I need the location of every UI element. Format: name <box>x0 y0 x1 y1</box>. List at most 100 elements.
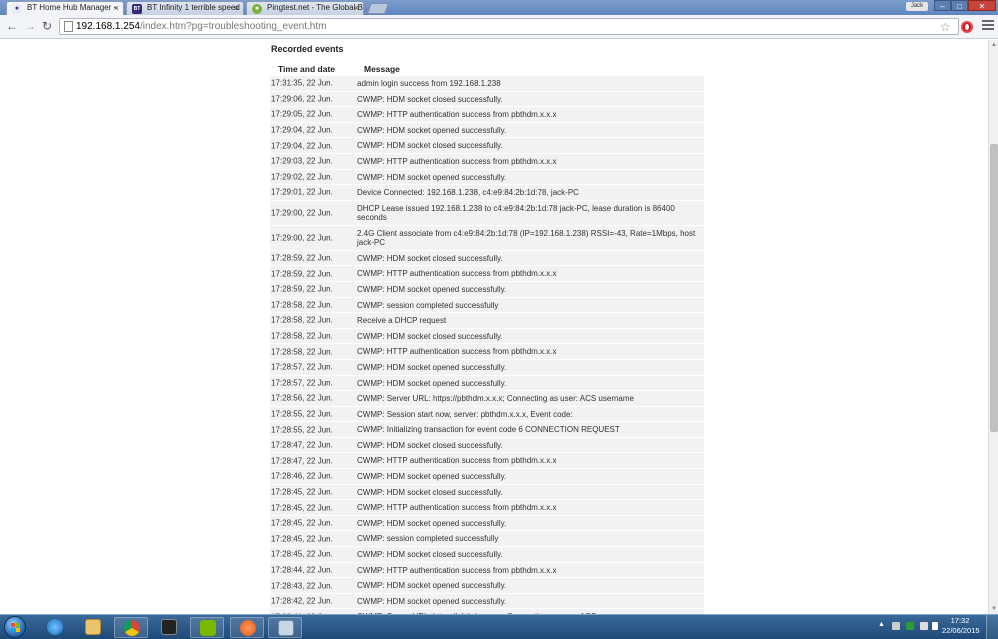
event-time: 17:29:04, 22 Jun. <box>271 125 333 135</box>
pingtest-icon: ● <box>252 4 262 14</box>
scroll-up-icon[interactable]: ▲ <box>991 42 997 48</box>
event-time: 17:29:01, 22 Jun. <box>271 187 333 197</box>
column-header-message: Message <box>364 64 400 74</box>
table-row: 17:31:35, 22 Jun. admin login success fro… <box>270 76 704 91</box>
event-time: 17:28:57, 22 Jun. <box>271 362 333 372</box>
table-row: 17:29:00, 22 Jun. 2.4G Client associate f… <box>270 225 704 250</box>
taskbar-chrome[interactable] <box>114 617 148 638</box>
event-message: CWMP: HDM socket opened successfully. <box>357 518 507 528</box>
scroll-down-icon[interactable]: ▼ <box>991 606 997 612</box>
bookmark-star-icon[interactable]: ☆ <box>940 20 951 34</box>
taskbar-media[interactable] <box>230 617 264 638</box>
event-time: 17:28:47, 22 Jun. <box>271 440 333 450</box>
event-time: 17:28:45, 22 Jun. <box>271 503 333 513</box>
address-bar[interactable]: 192.168.1.254/index.htm?pg=troubleshooti… <box>59 18 959 35</box>
chrome-icon <box>124 620 140 636</box>
tab-bt-home-hub[interactable]: ● BT Home Hub Manager - × <box>6 1 124 16</box>
table-row: 17:29:00, 22 Jun. DHCP Lease issued 192.1… <box>270 200 704 225</box>
network-drive-icon[interactable] <box>892 622 900 630</box>
event-message: CWMP: HTTP authentication success from p… <box>357 110 557 120</box>
taskbar-file-explorer[interactable] <box>76 617 110 638</box>
event-time: 17:31:35, 22 Jun. <box>271 78 333 88</box>
event-time: 17:28:45, 22 Jun. <box>271 549 333 559</box>
table-row: 17:28:45, 22 Jun. CWMP: HDM socket closed… <box>270 547 704 562</box>
event-message: CWMP: HDM socket opened successfully. <box>357 125 507 135</box>
bt-globe-icon: ● <box>12 4 22 14</box>
table-row: 17:28:46, 22 Jun. CWMP: HDM socket opened… <box>270 469 704 484</box>
profile-button[interactable]: Jack <box>906 2 928 11</box>
close-tab-icon[interactable]: × <box>234 2 239 14</box>
clock-date: 22/06/2015 <box>942 626 980 635</box>
tab-bt-infinity[interactable]: BT BT Infinity 1 terrible speed × <box>126 1 244 15</box>
event-time: 17:28:56, 22 Jun. <box>271 393 333 403</box>
windows-logo-icon <box>11 623 21 633</box>
tab-pingtest[interactable]: ● Pingtest.net - The Global B × <box>246 1 364 15</box>
scrollbar-thumb[interactable] <box>990 144 998 432</box>
menu-icon[interactable] <box>982 20 994 32</box>
event-message: CWMP: HDM socket opened successfully. <box>357 284 507 294</box>
event-message: CWMP: HTTP authentication success from p… <box>357 565 557 575</box>
event-time: 17:28:55, 22 Jun. <box>271 425 333 435</box>
event-time: 17:28:59, 22 Jun. <box>271 284 333 294</box>
event-time: 17:28:45, 22 Jun. <box>271 534 333 544</box>
reload-button[interactable]: ↻ <box>40 19 54 33</box>
browser-toolbar: ← → ↻ 192.168.1.254/index.htm?pg=trouble… <box>0 15 998 39</box>
action-center-icon[interactable] <box>920 622 928 630</box>
table-row: 17:28:45, 22 Jun. CWMP: session completed… <box>270 531 704 547</box>
tab-label: Pingtest.net - The Global B <box>267 3 363 12</box>
table-row: 17:28:58, 22 Jun. CWMP: session completed… <box>270 297 704 313</box>
taskbar-steam[interactable] <box>152 617 186 638</box>
event-message: Receive a DHCP request <box>357 316 447 326</box>
close-tab-icon[interactable]: × <box>114 2 119 14</box>
event-time: 17:28:46, 22 Jun. <box>271 471 333 481</box>
event-message: CWMP: HDM socket closed successfully. <box>357 331 503 341</box>
back-button[interactable]: ← <box>5 19 19 33</box>
event-message: CWMP: HTTP authentication success from p… <box>357 347 557 357</box>
event-message: CWMP: HTTP authentication success from p… <box>357 156 557 166</box>
event-time: 17:28:55, 22 Jun. <box>271 409 333 419</box>
close-window-button[interactable]: ✕ <box>968 0 996 11</box>
new-tab-button[interactable] <box>366 3 390 14</box>
table-row: 17:28:59, 22 Jun. CWMP: HTTP authenticati… <box>270 266 704 281</box>
events-table: Time and date Message 17:31:35, 22 Jun. a… <box>270 61 704 614</box>
tab-strip: ● BT Home Hub Manager - × BT BT Infinity… <box>0 0 998 16</box>
show-desktop-button[interactable] <box>986 615 998 639</box>
close-tab-icon[interactable]: × <box>354 2 359 14</box>
table-row: 17:28:59, 22 Jun. CWMP: HDM socket closed… <box>270 250 704 266</box>
forward-button[interactable]: → <box>23 19 37 33</box>
event-message: CWMP: session completed successfully <box>357 534 499 544</box>
minimize-button[interactable]: – <box>934 0 951 11</box>
clock-time: 17:32 <box>950 616 970 625</box>
bt-logo-icon: BT <box>132 4 142 14</box>
table-row: 17:28:57, 22 Jun. CWMP: HDM socket opened… <box>270 375 704 391</box>
table-row: 17:29:03, 22 Jun. CWMP: HTTP authenticati… <box>270 153 704 169</box>
page-content: Recorded events Time and date Message 17… <box>0 40 988 614</box>
event-time: 17:29:06, 22 Jun. <box>271 94 333 104</box>
taskbar-nvidia[interactable] <box>190 617 224 638</box>
start-button[interactable] <box>4 616 26 638</box>
table-row: 17:28:58, 22 Jun. CWMP: HTTP authenticati… <box>270 344 704 359</box>
table-row: 17:28:58, 22 Jun. Receive a DHCP request <box>270 313 704 328</box>
url-text[interactable]: 192.168.1.254/index.htm?pg=troubleshooti… <box>76 20 326 34</box>
opera-extension-icon[interactable] <box>961 21 973 33</box>
event-message: CWMP: HDM socket closed successfully. <box>357 94 503 104</box>
event-time: 17:29:04, 22 Jun. <box>271 141 333 151</box>
table-row: 17:28:58, 22 Jun. CWMP: HDM socket closed… <box>270 328 704 344</box>
wifi-signal-icon[interactable] <box>932 622 938 630</box>
event-message: CWMP: HDM socket closed successfully. <box>357 141 503 151</box>
security-icon[interactable] <box>906 622 914 630</box>
file-explorer-icon <box>85 619 101 635</box>
tab-label: BT Home Hub Manager - <box>27 3 117 12</box>
system-clock[interactable]: 17:32 22/06/2015 <box>942 616 980 636</box>
show-hidden-icons-icon[interactable]: ▲ <box>878 621 886 629</box>
internet-explorer-icon <box>47 619 63 635</box>
maximize-button[interactable]: □ <box>951 0 968 11</box>
taskbar-tools[interactable] <box>268 617 302 638</box>
event-message: CWMP: HTTP authentication success from p… <box>357 503 557 513</box>
taskbar-internet-explorer[interactable] <box>38 617 72 638</box>
event-message: CWMP: Session start now, server: pbthdm.… <box>357 409 573 419</box>
vertical-scrollbar[interactable]: ▲ ▼ <box>988 40 998 614</box>
url-path: /index.htm?pg=troubleshooting_event.htm <box>139 21 327 32</box>
event-message: CWMP: HDM socket opened successfully. <box>357 472 507 482</box>
table-row: 17:29:04, 22 Jun. CWMP: HDM socket opened… <box>270 122 704 138</box>
